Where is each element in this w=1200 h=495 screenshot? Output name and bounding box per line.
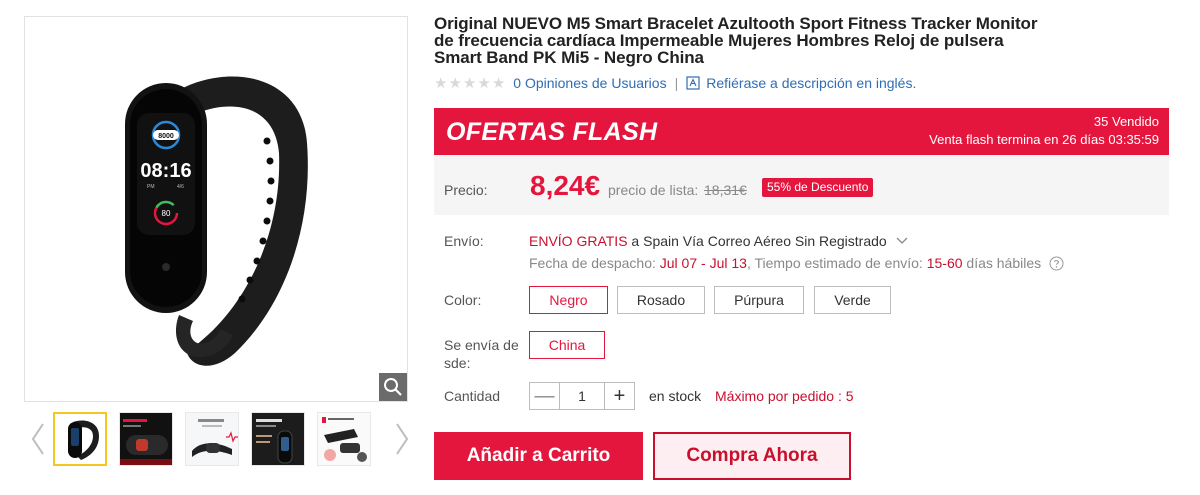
ships-from-label-line2: sde:	[444, 355, 471, 371]
band-steps-text: 8000	[158, 133, 174, 140]
zoom-button[interactable]	[379, 373, 407, 401]
thumb-accessories-image	[318, 413, 370, 465]
free-shipping-text: ENVÍO GRATIS	[529, 233, 628, 249]
chevron-down-icon	[896, 237, 908, 244]
band-date-right: 4/6	[177, 184, 184, 190]
english-description-text: Refiérase a descripción en inglés.	[706, 75, 917, 91]
thumb-sleep-quality[interactable]	[251, 412, 305, 466]
band-date-left: PM	[147, 184, 155, 190]
quantity-input[interactable]	[559, 383, 605, 409]
magnifier-icon	[384, 378, 402, 396]
discount-badge: 55% de Descuento	[762, 178, 874, 197]
list-price-value: 18,31€	[704, 182, 747, 198]
color-option-rosado[interactable]: Rosado	[617, 286, 705, 314]
buy-now-button[interactable]: Compra Ahora	[653, 432, 851, 480]
add-to-cart-button[interactable]: Añadir a Carrito	[434, 432, 643, 480]
document-icon	[686, 76, 700, 90]
english-description-link[interactable]: Refiérase a descripción en inglés.	[686, 75, 916, 91]
chevron-right-icon[interactable]	[394, 422, 410, 456]
stock-status: en stock	[649, 388, 702, 404]
dispatch-label: Fecha de despacho:	[529, 255, 660, 271]
shipping-estimate: Fecha de despacho: Jul 07 - Jul 13 , Tie…	[529, 255, 1064, 271]
flash-sale-banner: OFERTAS FLASH 35 Vendido Venta flash ter…	[434, 108, 1169, 155]
color-option-negro[interactable]: Negro	[529, 286, 608, 314]
smart-band-image: 8000 08:16 PM 4/6 80	[125, 76, 308, 366]
flash-sale-sold: 35 Vendido	[1093, 114, 1159, 129]
thumb-promo-dark[interactable]	[119, 412, 173, 466]
color-option-verde[interactable]: Verde	[814, 286, 891, 314]
ships-from-label-line1: Se envía de	[444, 337, 519, 353]
ships-from-option-china[interactable]: China	[529, 331, 605, 359]
star-icon: ★	[448, 74, 462, 92]
price-value: 8,24€	[530, 170, 601, 201]
max-per-order: Máximo por pedido : 5	[715, 388, 854, 404]
star-icon: ★	[477, 74, 491, 92]
star-icon: ★	[491, 74, 506, 92]
quantity-increment-button[interactable]: +	[605, 383, 634, 409]
estimate-label: , Tiempo estimado de envío:	[746, 255, 927, 271]
band-time-text: 08:16	[140, 160, 191, 182]
separator: |	[674, 75, 679, 91]
help-icon[interactable]	[1049, 256, 1064, 271]
price-box: Precio: 8,24€ precio de lista: 18,31€ 55…	[434, 155, 1169, 215]
reviews-link[interactable]: 0 Opiniones de Usuarios	[513, 75, 666, 91]
thumb-heart-rate-image	[186, 413, 238, 465]
color-label: Color:	[444, 292, 482, 308]
thumb-promo-dark-image	[120, 413, 172, 465]
thumb-sleep-quality-image	[252, 413, 304, 465]
shipping-method-selector[interactable]: ENVÍO GRATIS a Spain Vía Correo Aéreo Si…	[529, 233, 909, 249]
flash-sale-timer: Venta flash termina en 26 días 03:35:59	[929, 132, 1159, 147]
price-label: Precio:	[444, 182, 488, 198]
main-product-image[interactable]: 8000 08:16 PM 4/6 80	[24, 16, 408, 402]
estimate-days: 15-60	[926, 255, 963, 271]
list-price-label: precio de lista:	[608, 182, 699, 198]
rating-row: ★ ★ ★ ★ ★ 0 Opiniones de Usuarios | Refi…	[434, 74, 916, 92]
estimate-unit: días hábiles	[962, 255, 1042, 271]
quantity-stepper: — +	[529, 382, 635, 410]
thumbnail-strip	[24, 410, 412, 470]
rating-stars: ★ ★ ★ ★ ★	[434, 76, 505, 91]
dispatch-dates: Jul 07 - Jul 13	[659, 255, 747, 271]
star-icon: ★	[434, 74, 448, 92]
thumb-black-band-image	[55, 414, 105, 464]
product-title: Original NUEVO M5 Smart Bracelet Azultoo…	[434, 14, 1038, 67]
quantity-decrement-button[interactable]: —	[530, 383, 559, 409]
shipping-destination: a Spain Vía Correo Aéreo Sin Registrado	[627, 233, 887, 249]
star-icon: ★	[462, 74, 477, 92]
flash-sale-title: OFERTAS FLASH	[446, 118, 658, 146]
color-option-purpura[interactable]: Púrpura	[714, 286, 804, 314]
thumb-accessories[interactable]	[317, 412, 371, 466]
thumb-black-band[interactable]	[53, 412, 107, 466]
shipping-label: Envío:	[444, 233, 484, 249]
chevron-left-icon[interactable]	[30, 422, 46, 456]
thumb-heart-rate[interactable]	[185, 412, 239, 466]
quantity-label: Cantidad	[444, 388, 501, 404]
band-heart-text: 80	[162, 209, 171, 218]
